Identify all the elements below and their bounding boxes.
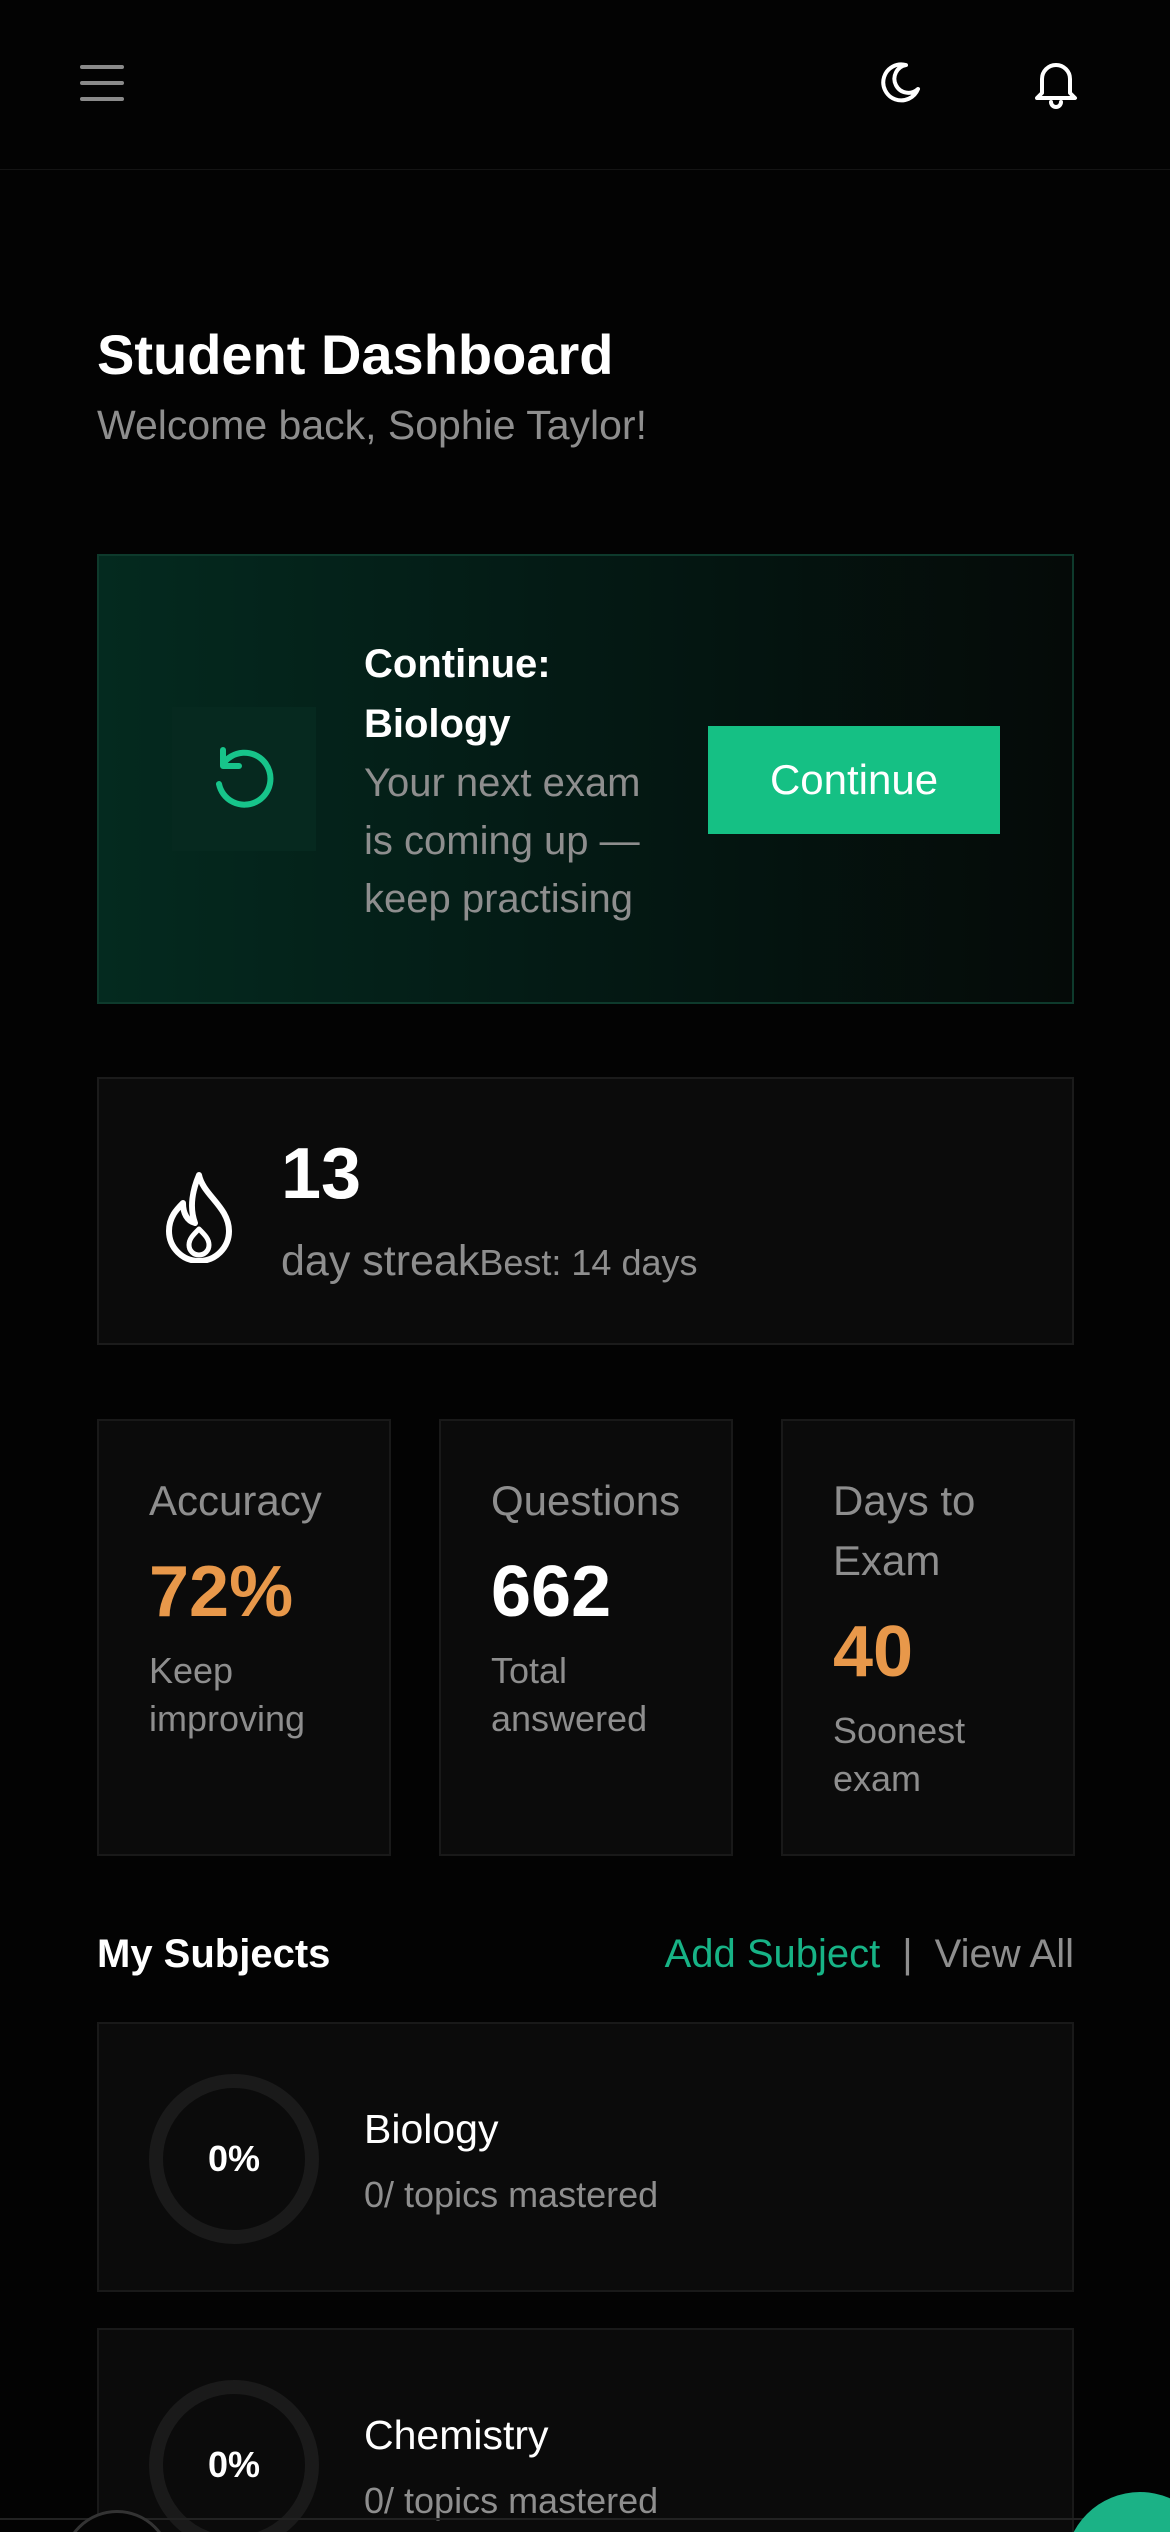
stat-value: 40	[833, 1612, 914, 1692]
stat-accuracy: Accuracy 72% Keep improving	[97, 1419, 391, 1856]
menu-button[interactable]	[70, 55, 134, 111]
subject-mastery: 0/ topics mastered	[364, 2480, 659, 2521]
flame-icon	[166, 1172, 232, 1263]
bottom-nav-divider	[0, 2518, 1170, 2520]
stat-label: Days to Exam	[833, 1477, 976, 1584]
streak-count: 13	[281, 1134, 362, 1214]
stat-value: 662	[491, 1552, 612, 1632]
subject-name: Biology	[364, 2106, 499, 2152]
separator: |	[902, 1932, 913, 1976]
continue-button[interactable]: Continue	[708, 726, 1000, 834]
streak-card: 13 day streakBest: 14 days	[97, 1077, 1074, 1345]
stat-note: Keep improving	[149, 1650, 306, 1739]
stat-note: Soonest exam	[833, 1710, 966, 1799]
stat-questions: Questions 662 Total answered	[439, 1419, 733, 1856]
streak-line: day streakBest: 14 days	[281, 1237, 698, 1286]
subject-mastery: 0/ topics mastered	[364, 2174, 659, 2215]
welcome-message: Welcome back, Sophie Taylor!	[97, 402, 647, 448]
page-title: Student Dashboard	[97, 323, 614, 386]
theme-toggle-button[interactable]	[868, 55, 932, 111]
stat-value: 72%	[149, 1552, 294, 1632]
streak-best: Best: 14 days	[479, 1242, 698, 1283]
subjects-actions: Add Subject | View All	[665, 1932, 1074, 1977]
progress-ring: 0%	[149, 2074, 319, 2244]
notifications-button[interactable]	[1024, 52, 1088, 114]
continue-icon-tile	[172, 707, 316, 851]
subject-card-chemistry[interactable]: 0% Chemistry 0/ topics mastered	[97, 2328, 1074, 2532]
stat-note: Total answered	[491, 1650, 648, 1739]
subject-name: Chemistry	[364, 2412, 549, 2458]
continue-subtitle: Your next exam is coming up — keep pract…	[364, 761, 641, 921]
stat-label: Questions	[491, 1477, 681, 1524]
add-subject-link[interactable]: Add Subject	[665, 1932, 881, 1976]
view-all-link[interactable]: View All	[935, 1932, 1074, 1976]
subject-card-biology[interactable]: 0% Biology 0/ topics mastered	[97, 2022, 1074, 2292]
moon-icon	[881, 62, 920, 103]
progress-ring: 0%	[149, 2380, 319, 2532]
stat-label: Accuracy	[149, 1477, 322, 1524]
menu-icon	[80, 65, 124, 101]
stat-days-to-exam: Days to Exam 40 Soonest exam	[781, 1419, 1075, 1856]
floating-action-button[interactable]	[1065, 2492, 1170, 2532]
continue-title: Continue: Biology	[364, 642, 551, 746]
top-bar	[0, 0, 1170, 170]
bell-icon	[1035, 63, 1077, 109]
continue-card: Continue: Biology Your next exam is comi…	[97, 554, 1074, 1004]
restart-icon	[216, 747, 274, 808]
subjects-title: My Subjects	[97, 1932, 331, 1976]
streak-label: day streak	[281, 1237, 480, 1285]
